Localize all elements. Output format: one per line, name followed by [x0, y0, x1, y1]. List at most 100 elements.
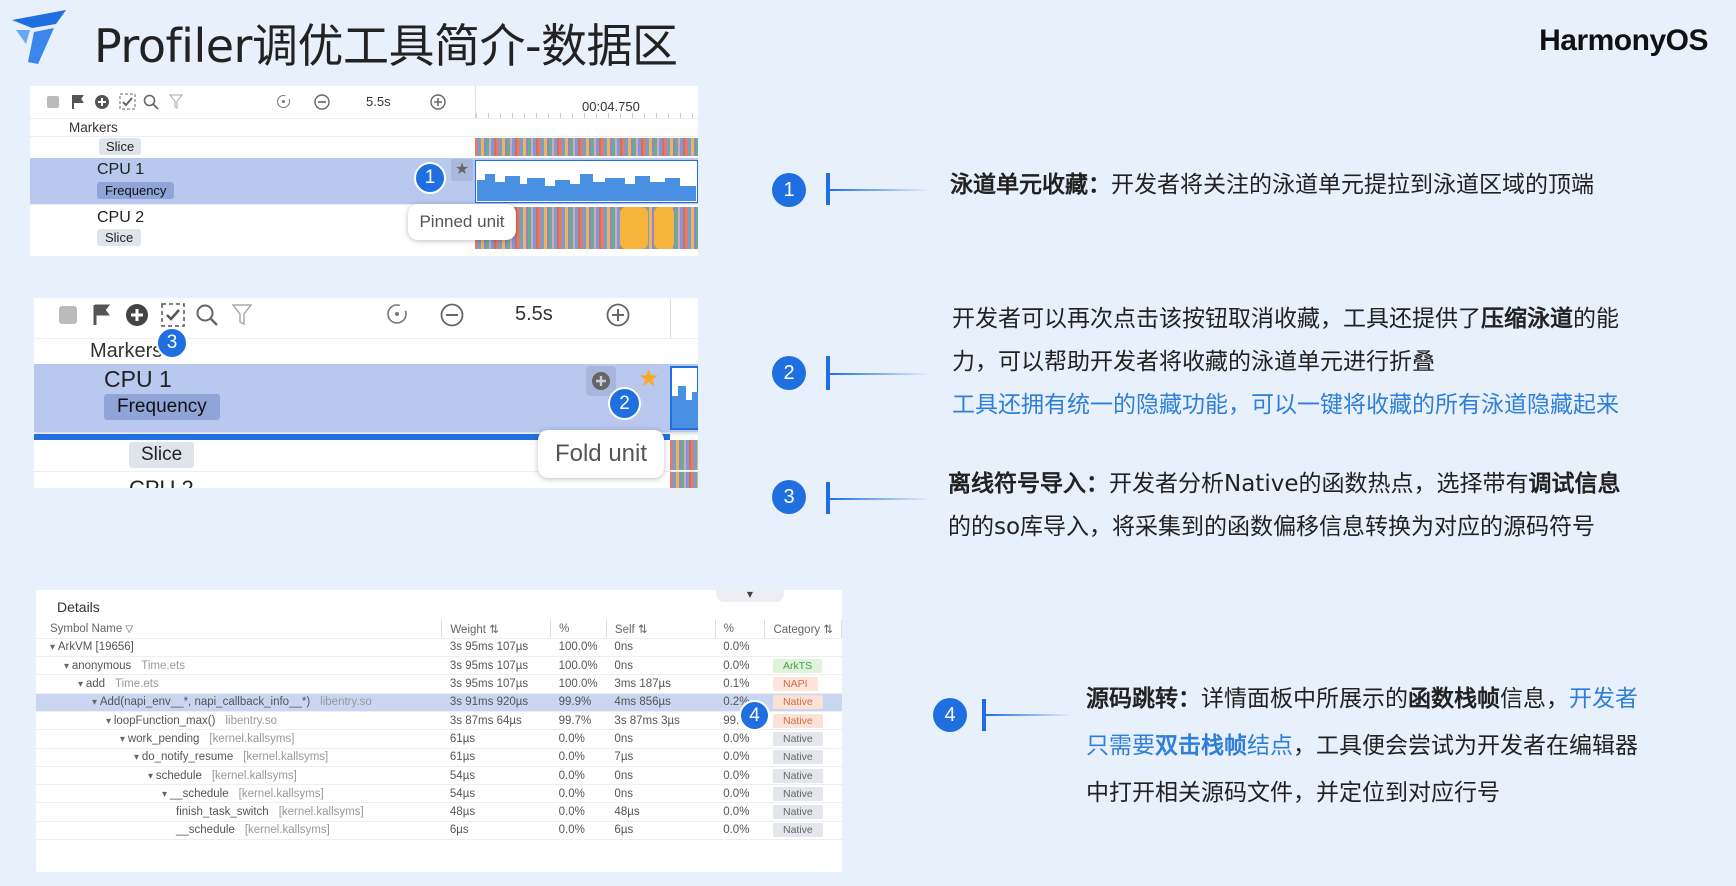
slice-track[interactable]: [475, 138, 698, 156]
weight-pct-cell: 100.0%: [550, 638, 607, 658]
search-icon[interactable]: [143, 94, 159, 110]
table-row[interactable]: ▾ work_pending [kernel.kallsyms] 61µs 0.0% 0…: [36, 729, 842, 749]
details-label: Details: [57, 599, 100, 615]
fold-unit-icon: [592, 372, 610, 390]
slice-row[interactable]: Slice: [30, 136, 698, 158]
category-cell: ArkTS: [764, 656, 842, 676]
stop-icon[interactable]: [47, 96, 59, 108]
slice-track[interactable]: [670, 440, 698, 470]
category-badge: Native: [772, 786, 823, 801]
cpu2-row[interactable]: CPU 2 Slice: [30, 204, 698, 252]
zoom-in-icon[interactable]: [430, 94, 446, 110]
zoom-level: 5.5s: [515, 303, 553, 325]
col-self-pct[interactable]: %: [715, 620, 766, 639]
profiler-logo-icon: [12, 10, 66, 64]
frequency-chip: Frequency: [104, 394, 220, 420]
weight-cell: 3s 95ms 107µs: [441, 674, 551, 694]
search-icon[interactable]: [195, 303, 219, 327]
table-row[interactable]: ▾ add Time.ets 3s 95ms 107µs 100.0% 3ms 187µ…: [36, 674, 842, 694]
fold-unit-icon[interactable]: [125, 303, 149, 327]
table-row[interactable]: ▾ ArkVM [19656] 3s 95ms 107µs 100.0% 0ns 0.0…: [36, 638, 842, 658]
symbol-import-icon[interactable]: [119, 93, 136, 110]
frequency-track[interactable]: [475, 160, 698, 203]
cpu2-highlight-slice[interactable]: [620, 207, 648, 249]
markers-row[interactable]: Markers: [34, 338, 698, 364]
col-category[interactable]: Category ⇅: [764, 620, 842, 639]
fold-unit-icon[interactable]: [94, 94, 110, 110]
category-cell: Native: [764, 821, 842, 841]
zoom-out-icon[interactable]: [440, 303, 464, 327]
stop-icon[interactable]: [59, 306, 77, 324]
col-self[interactable]: Self ⇅: [606, 620, 716, 639]
table-row[interactable]: ▾ schedule [kernel.kallsyms] 54µs 0.0% 0ns 0.…: [36, 766, 842, 786]
table-row[interactable]: ▾ Add(napi_env__*, napi_callback_info__*…: [36, 693, 842, 712]
symbol-cell[interactable]: ▾ __schedule [kernel.kallsyms]: [36, 784, 442, 804]
expand-toggle-icon: ▾: [64, 660, 72, 672]
call-tree-table: Symbol Name ▽ Weight ⇅ % Self ⇅ % Catego…: [36, 620, 842, 841]
slice-chip: Slice: [99, 138, 142, 155]
symbol-import-icon[interactable]: [161, 303, 185, 327]
table-row[interactable]: ▾ anonymous Time.ets 3s 95ms 107µs 100.0% 0n…: [36, 656, 842, 676]
symbol-cell[interactable]: ▾ loopFunction_max() libentry.so: [36, 711, 442, 731]
self-cell: 0ns: [606, 729, 716, 749]
table-row[interactable]: __schedule [kernel.kallsyms] 6µs 0.0% 6µs 0.0…: [36, 821, 842, 841]
cpu1-label: CPU 1: [97, 161, 145, 178]
callout-line-4: [986, 714, 1072, 716]
symbol-cell[interactable]: ▾ do_notify_resume [kernel.kallsyms]: [36, 748, 442, 767]
table-row[interactable]: ▾ loopFunction_max() libentry.so 3s 87ms 6…: [36, 711, 842, 731]
weight-pct-cell: 0.0%: [550, 784, 607, 804]
expand-toggle-icon: ▾: [162, 788, 170, 800]
markers-row[interactable]: Markers: [30, 118, 698, 136]
col-symbol-name[interactable]: Symbol Name ▽: [36, 620, 443, 639]
category-badge: Native: [772, 695, 823, 710]
table-row[interactable]: ▾ do_notify_resume [kernel.kallsyms] 61µs 0…: [36, 748, 842, 767]
callout-text-3: 离线符号导入：开发者分析Native的函数热点，选择带有调试信息 的的so库导入…: [948, 471, 1621, 540]
col-weight-pct[interactable]: %: [550, 620, 607, 639]
filter-icon[interactable]: [169, 94, 183, 109]
category-badge: Native: [772, 713, 823, 728]
symbol-cell[interactable]: ▾ anonymous Time.ets: [36, 656, 442, 676]
self-pct-cell: 0.0%: [715, 821, 765, 841]
cpu2-slice-chip: Slice: [97, 229, 142, 246]
self-pct-cell: 0.0%: [715, 766, 765, 786]
weight-pct-cell: 99.7%: [550, 711, 607, 731]
flag-icon[interactable]: [92, 304, 112, 326]
cpu2-highlight-slice-2[interactable]: [654, 207, 674, 249]
time-ruler[interactable]: [670, 298, 698, 338]
col-weight[interactable]: Weight ⇅: [441, 620, 552, 639]
symbol-cell[interactable]: ▾ schedule [kernel.kallsyms]: [36, 766, 442, 786]
reset-zoom-icon[interactable]: [386, 303, 408, 325]
symbol-cell[interactable]: ▾ work_pending [kernel.kallsyms]: [36, 729, 442, 749]
flag-icon[interactable]: [71, 94, 85, 110]
swimlane-panel-pinned: 5.5s 00:04.750 Markers Slice CPU 1 Frequ…: [30, 86, 698, 256]
table-header: Symbol Name ▽ Weight ⇅ % Self ⇅ % Catego…: [36, 620, 842, 639]
self-pct-cell: 0.0%: [715, 656, 765, 676]
cpu1-row-pinned[interactable]: CPU 1 Frequency ★: [30, 158, 698, 204]
pin-star-icon[interactable]: ★: [638, 366, 660, 392]
self-pct-cell: 0.0%: [715, 802, 765, 822]
symbol-cell[interactable]: __schedule [kernel.kallsyms]: [36, 821, 442, 841]
zoom-in-icon[interactable]: [606, 303, 630, 327]
pin-star-icon[interactable]: ★: [451, 159, 473, 181]
panel1-marker-badge: 1: [414, 162, 446, 194]
self-pct-cell: 0.0%: [715, 784, 765, 804]
zoom-out-icon[interactable]: [314, 94, 330, 110]
time-ruler[interactable]: 00:04.750: [475, 86, 698, 118]
self-cell: 48µs: [606, 802, 716, 822]
cpu2-track[interactable]: [670, 472, 698, 488]
symbol-cell[interactable]: finish_task_switch [kernel.kallsyms]: [36, 802, 442, 822]
category-cell: Native: [764, 711, 842, 731]
symbol-cell[interactable]: ▾ add Time.ets: [36, 674, 442, 694]
weight-cell: 48µs: [441, 802, 551, 822]
reset-zoom-icon[interactable]: [276, 94, 291, 109]
table-row[interactable]: ▾ __schedule [kernel.kallsyms] 54µs 0.0% 0ns…: [36, 784, 842, 804]
filter-icon[interactable]: [232, 304, 252, 326]
symbol-cell[interactable]: ▾ ArkVM [19656]: [36, 638, 442, 658]
callout-badge-3: 3: [772, 480, 806, 514]
fold-unit-tooltip: Fold unit: [538, 430, 664, 478]
cpu1-row-pinned[interactable]: CPU 1 Frequency ★: [34, 364, 698, 432]
table-row[interactable]: finish_task_switch [kernel.kallsyms] 48µs 0…: [36, 802, 842, 822]
frequency-track[interactable]: [670, 366, 698, 430]
collapse-handle[interactable]: ▼: [716, 590, 784, 602]
symbol-cell[interactable]: ▾ Add(napi_env__*, napi_callback_info__*…: [36, 693, 442, 712]
